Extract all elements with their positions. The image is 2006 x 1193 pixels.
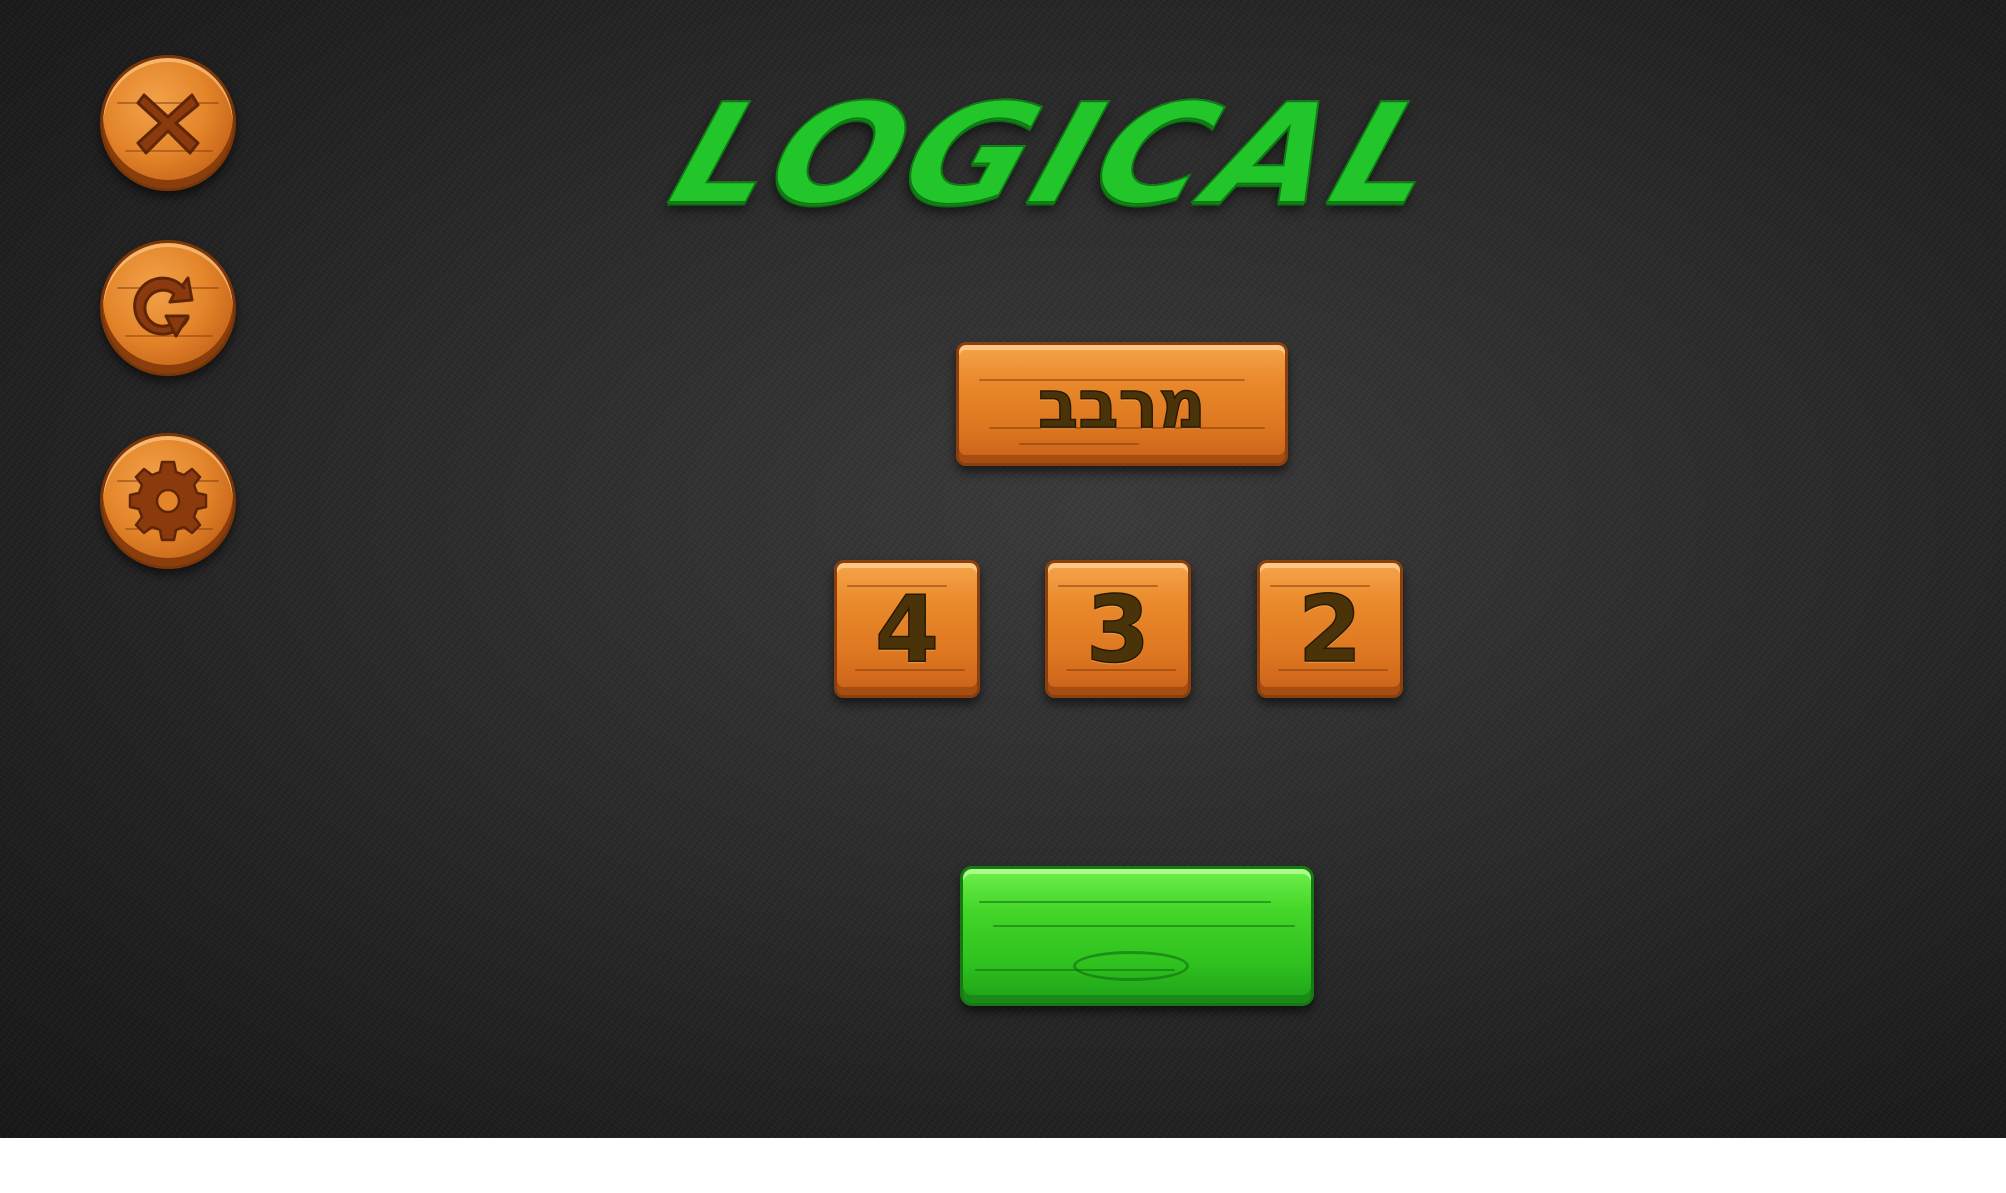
restart-button[interactable]	[100, 240, 236, 376]
wood-grain	[993, 925, 1295, 927]
settings-button[interactable]	[100, 433, 236, 569]
mode-label: מרבב	[1037, 365, 1207, 444]
restart-icon	[103, 243, 233, 373]
mode-button[interactable]: מרבב	[956, 342, 1288, 466]
game-title: LOGICAL	[653, 74, 1467, 236]
size-4-label: 4	[874, 575, 940, 684]
size-4-button[interactable]: 4	[834, 560, 980, 698]
close-button[interactable]	[100, 55, 236, 191]
wood-knot	[1073, 951, 1189, 981]
size-3-label: 3	[1085, 575, 1151, 684]
wood-grain	[1019, 443, 1139, 445]
wood-grain	[979, 901, 1271, 903]
close-icon	[103, 58, 233, 188]
game-screen: LOGICAL מרבב 4 3 2	[0, 0, 2006, 1138]
gear-icon	[103, 436, 233, 566]
play-button[interactable]	[960, 866, 1314, 1006]
game-title-text: LOGICAL	[653, 74, 1467, 236]
bottom-margin	[0, 1138, 2006, 1193]
size-3-button[interactable]: 3	[1045, 560, 1191, 698]
size-2-label: 2	[1297, 575, 1363, 684]
size-2-button[interactable]: 2	[1257, 560, 1403, 698]
